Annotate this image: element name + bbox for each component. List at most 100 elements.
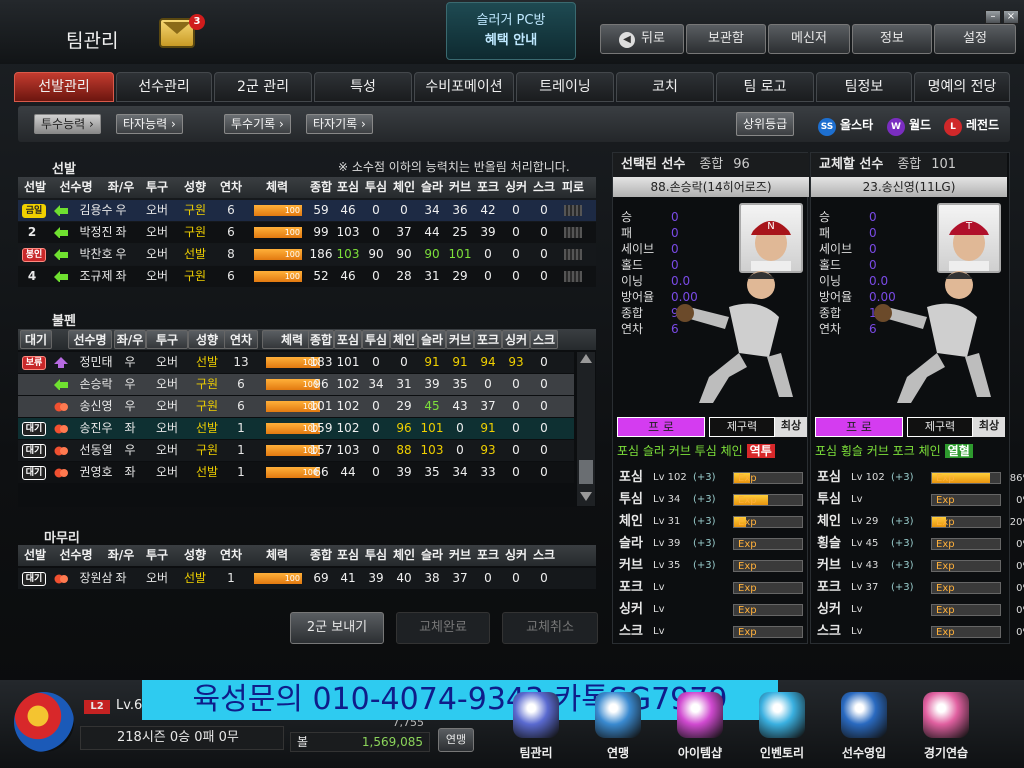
column-header[interactable]: 싱커 xyxy=(502,330,530,349)
league-button[interactable]: 연맹 xyxy=(438,728,474,752)
column-header[interactable]: 포심 xyxy=(334,330,362,349)
info-button[interactable]: 정보 xyxy=(852,24,932,54)
bullpen-row[interactable]: 대기 선동열 우 오버 구원 1 100 157 103 0 88 103 0 93 0 0 xyxy=(18,440,574,461)
tab-defense-formation[interactable]: 수비포메이션 xyxy=(414,72,514,102)
pitch-trait-badge: 역투 xyxy=(746,444,775,458)
team-logo[interactable] xyxy=(14,692,74,752)
column-header[interactable]: 종합 xyxy=(308,330,334,349)
slot-badge[interactable]: 대기 xyxy=(22,572,46,586)
swap-confirm-button[interactable]: 교체완료 xyxy=(396,612,490,644)
column-header: 커브 xyxy=(448,548,472,562)
slot-badge[interactable]: 대기 xyxy=(22,422,46,436)
world-grade[interactable]: W 월드 xyxy=(887,116,931,136)
back-button[interactable]: ◀ 뒤로 xyxy=(600,24,684,54)
years: 13 xyxy=(233,355,249,369)
minimize-icon[interactable]: – xyxy=(985,10,1001,24)
send-to-farm-button[interactable]: 2군 보내기 xyxy=(290,612,384,644)
ball-glove-icon[interactable] xyxy=(54,467,68,478)
column-header[interactable]: 선수명 xyxy=(68,330,112,349)
move-left-arrow-icon[interactable] xyxy=(54,205,68,216)
starter-row[interactable]: 4 조규제 좌 오버 구원 6 100 52 46 0 28 31 29 0 0 0 xyxy=(18,266,596,287)
slot-badge[interactable]: 대기 xyxy=(22,466,46,480)
bullpen-row[interactable]: 보류 정민태 우 오버 선발 13 100 183 101 0 0 91 91 94 93 0 xyxy=(18,352,574,373)
subtab-batter-ability[interactable]: 타자능력 › xyxy=(116,114,183,134)
column-header[interactable]: 연차 xyxy=(224,330,258,349)
stat-value: 91 xyxy=(480,421,496,435)
tab-starting-lineup[interactable]: 선발관리 xyxy=(14,72,114,102)
bullpen-row[interactable]: 손승락 우 오버 구원 6 100 96 102 34 31 39 35 0 0 0 xyxy=(18,374,574,395)
bullpen-row[interactable]: 대기 송진우 좌 오버 선발 1 100 159 102 0 96 101 0 91 0 0 xyxy=(18,418,574,439)
slot-badge[interactable]: 금일 xyxy=(22,204,46,218)
move-up-arrow-icon[interactable] xyxy=(54,357,68,368)
allstar-grade[interactable]: SS 올스타 xyxy=(818,116,873,136)
pitch-level-row: 포심 Lv 102 (+3) Exp 86% xyxy=(813,467,1024,489)
upper-grade-button[interactable]: 상위등급 xyxy=(736,112,795,136)
subtab-pitcher-record[interactable]: 투수기록 › xyxy=(224,114,291,134)
move-left-arrow-icon[interactable] xyxy=(54,379,68,390)
column-header[interactable]: 슬라 xyxy=(418,330,446,349)
subtab-pitcher-ability[interactable]: 투수능력 › xyxy=(34,114,101,134)
starter-row[interactable]: 2 박정진 좌 오버 구원 6 100 99 103 0 37 44 25 39 0 0 xyxy=(18,222,596,243)
starter-row[interactable]: 금일 김용수 우 오버 구원 6 100 59 46 0 0 34 36 42 0 0 xyxy=(18,200,596,221)
move-left-arrow-icon[interactable] xyxy=(54,271,68,282)
ball-glove-icon[interactable] xyxy=(54,445,68,456)
storage-button[interactable]: 보관함 xyxy=(686,24,766,54)
slot-badge[interactable]: 봉인 xyxy=(22,248,46,262)
stat-value: 157 xyxy=(309,443,333,457)
closer-row[interactable]: 대기 장원삼 좌 오버 선발 1 100 69 41 39 40 38 37 0 0 0 xyxy=(18,568,596,589)
tab-team-info[interactable]: 팀정보 xyxy=(816,72,912,102)
move-left-arrow-icon[interactable] xyxy=(54,249,68,260)
tab-traits[interactable]: 특성 xyxy=(314,72,412,102)
column-header[interactable]: 포크 xyxy=(474,330,502,349)
nav-recruit[interactable]: 선수영입 xyxy=(824,688,904,766)
column-header[interactable]: 스크 xyxy=(530,330,558,349)
swap-cancel-button[interactable]: 교체취소 xyxy=(502,612,598,644)
column-header[interactable]: 성향 xyxy=(188,330,226,349)
slot-badge[interactable]: 보류 xyxy=(22,356,46,370)
pcbang-promo-banner[interactable]: 슬러거 PC방 혜택 안내 xyxy=(446,2,576,60)
column-header[interactable]: 투구 xyxy=(146,330,188,349)
bullpen-row[interactable]: 송신영 우 오버 구원 6 100 101 102 0 29 45 43 37 0 0 xyxy=(18,396,574,417)
subtab-batter-record[interactable]: 타자기록 › xyxy=(306,114,373,134)
tab-team-logo[interactable]: 팀 로고 xyxy=(716,72,814,102)
throw-hand: 좌 xyxy=(124,421,136,435)
column-header[interactable]: 대기 xyxy=(20,330,52,349)
stat-value: 0 xyxy=(372,465,380,479)
stat-value: 101 xyxy=(309,399,333,413)
stat-label: 승 xyxy=(819,210,831,224)
close-icon[interactable]: × xyxy=(1003,10,1019,24)
column-header[interactable]: 커브 xyxy=(446,330,474,349)
legend-grade[interactable]: L 레전드 xyxy=(944,116,999,136)
scroll-thumb[interactable] xyxy=(579,460,593,484)
nav-league[interactable]: 연맹 xyxy=(578,688,658,766)
stat-value: 88 xyxy=(396,443,412,457)
messenger-button[interactable]: 메신저 xyxy=(768,24,850,54)
stat-value: 0 xyxy=(869,226,877,240)
nav-practice[interactable]: 경기연습 xyxy=(906,688,986,766)
slot-badge[interactable]: 대기 xyxy=(22,444,46,458)
tab-hall-of-fame[interactable]: 명예의 전당 xyxy=(914,72,1010,102)
scroll-up-icon[interactable] xyxy=(580,354,592,363)
ball-glove-icon[interactable] xyxy=(54,573,68,584)
tab-player-manage[interactable]: 선수관리 xyxy=(116,72,212,102)
move-left-arrow-icon[interactable] xyxy=(54,227,68,238)
tab-coach[interactable]: 코치 xyxy=(616,72,714,102)
scroll-down-icon[interactable] xyxy=(580,492,592,501)
column-header: 스크 xyxy=(532,180,556,194)
ball-glove-icon[interactable] xyxy=(54,423,68,434)
nav-item-shop[interactable]: 아이템샵 xyxy=(660,688,740,766)
nav-team-manage[interactable]: 팀관리 xyxy=(496,688,576,766)
bullpen-scrollbar[interactable] xyxy=(577,352,595,506)
column-header[interactable]: 투심 xyxy=(362,330,390,349)
column-header[interactable]: 체인 xyxy=(390,330,418,349)
starter-row[interactable]: 봉인 박찬호 우 오버 선발 8 100 186 103 90 90 90 101 0 0 0 xyxy=(18,244,596,265)
column-header[interactable]: 좌/우 xyxy=(114,330,146,349)
bullpen-row[interactable]: 대기 권영호 좌 오버 선발 1 100 66 44 0 39 35 34 33 0 0 xyxy=(18,462,574,483)
stat-value: 0 xyxy=(540,247,548,261)
practice-icon xyxy=(923,692,969,738)
settings-button[interactable]: 설정 xyxy=(934,24,1016,54)
tab-training[interactable]: 트레이닝 xyxy=(516,72,614,102)
ball-glove-icon[interactable] xyxy=(54,401,68,412)
nav-inventory[interactable]: 인벤토리 xyxy=(742,688,822,766)
tab-farm-team[interactable]: 2군 관리 xyxy=(214,72,312,102)
